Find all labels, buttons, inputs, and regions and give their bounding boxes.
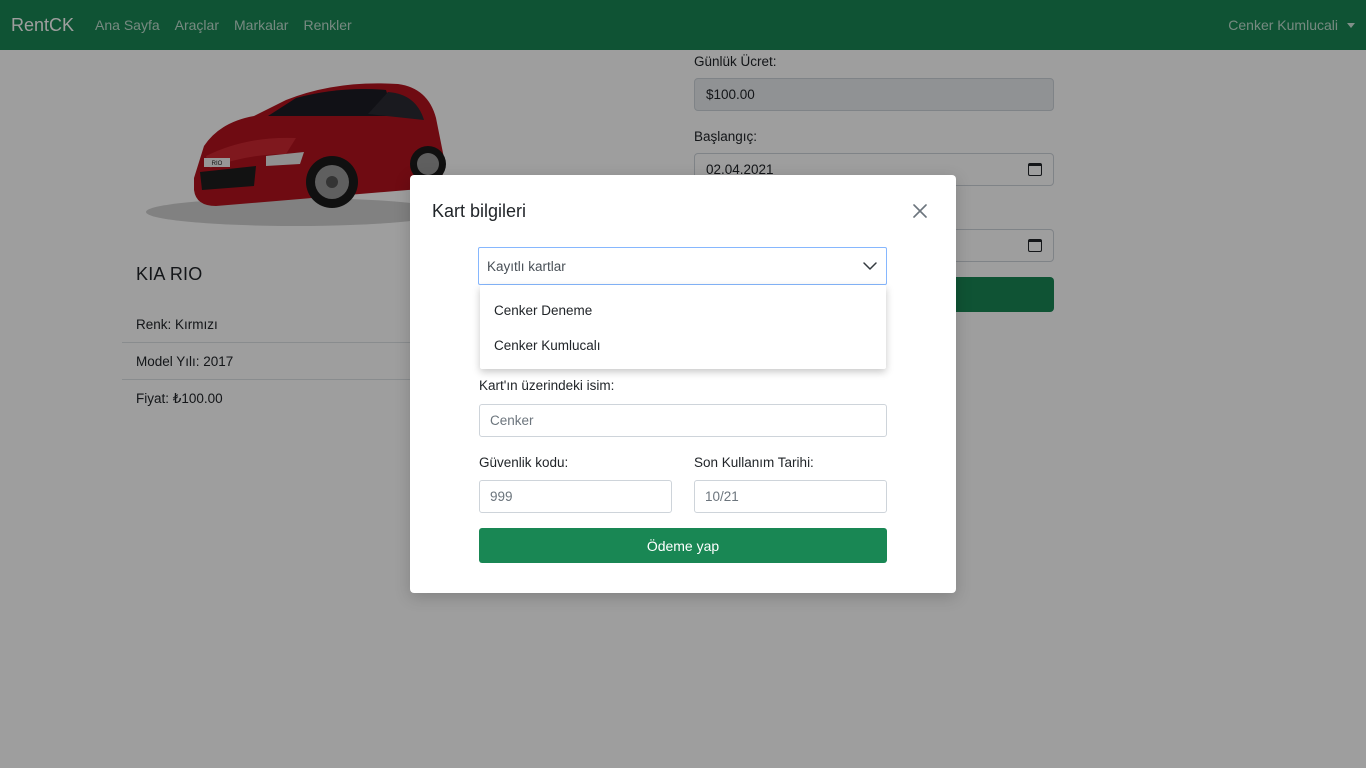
card-name-label: Kart'ın üzerindeki isim: [479, 378, 615, 393]
security-code-input[interactable]: 999 [479, 480, 672, 513]
modal-title: Kart bilgileri [432, 201, 527, 221]
saved-cards-dropdown: Cenker Deneme Cenker Kumlucalı [480, 285, 886, 369]
saved-card-option[interactable]: Cenker Deneme [480, 293, 886, 328]
close-icon [913, 204, 927, 218]
expiry-label: Son Kullanım Tarihi: [694, 455, 814, 470]
security-code-label: Güvenlik kodu: [479, 455, 569, 470]
saved-cards-selected: Kayıtlı kartlar [487, 258, 566, 274]
chevron-down-icon [863, 262, 877, 270]
card-info-modal: Kart bilgileri Kayıtlı kartlar Kart'ın ü… [410, 175, 956, 593]
close-button[interactable] [910, 201, 930, 221]
card-name-input[interactable]: Cenker [479, 404, 887, 437]
expiry-input[interactable]: 10/21 [694, 480, 887, 513]
pay-button[interactable]: Ödeme yap [479, 528, 887, 563]
saved-card-option[interactable]: Cenker Kumlucalı [480, 328, 886, 363]
saved-cards-select[interactable]: Kayıtlı kartlar [478, 247, 887, 285]
